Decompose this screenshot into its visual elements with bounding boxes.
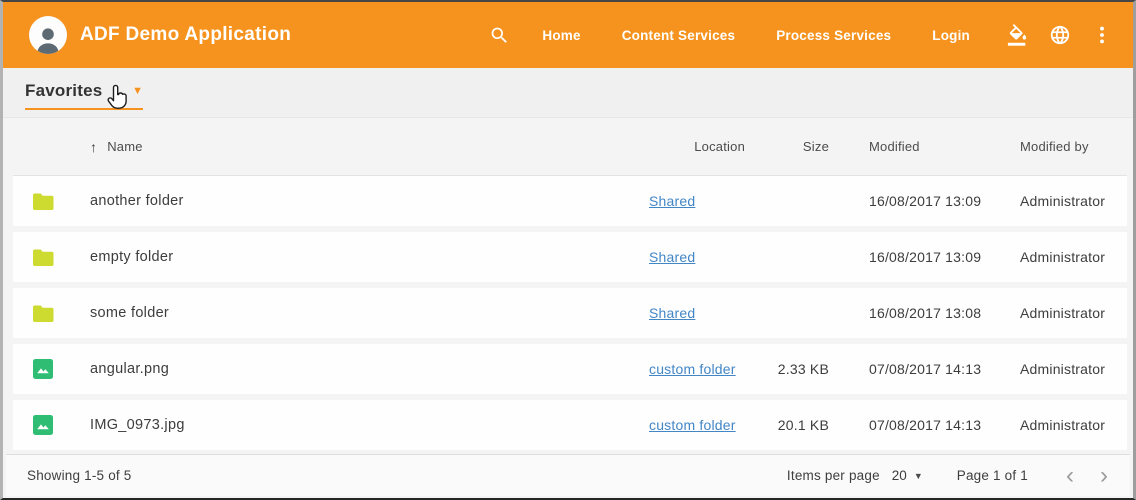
table-row[interactable]: angular.png custom folder 2.33 KB 07/08/… xyxy=(13,344,1127,394)
next-page-button[interactable]: › xyxy=(1100,464,1108,488)
file-name[interactable]: empty folder xyxy=(73,249,649,265)
modified-by-cell: Administrator xyxy=(1007,249,1127,265)
file-name[interactable]: angular.png xyxy=(73,361,649,377)
table-row[interactable]: another folder Shared 16/08/2017 13:09 A… xyxy=(13,176,1127,226)
image-file-icon xyxy=(33,359,53,379)
column-header-name[interactable]: ↑ Name xyxy=(73,139,649,155)
document-list: ↑ Name Location Size Modified Modified b… xyxy=(3,118,1133,450)
column-header-size[interactable]: Size xyxy=(754,139,829,154)
location-cell: Shared xyxy=(649,193,754,209)
search-icon[interactable] xyxy=(489,25,510,46)
image-file-icon xyxy=(33,415,53,435)
favorites-dropdown[interactable]: Favorites ▼ xyxy=(25,81,143,110)
location-cell: custom folder xyxy=(649,417,754,433)
file-name[interactable]: IMG_0973.jpg xyxy=(73,417,649,433)
file-name[interactable]: another folder xyxy=(73,193,649,209)
location-link[interactable]: custom folder xyxy=(649,361,736,377)
location-cell: Shared xyxy=(649,249,754,265)
file-name[interactable]: some folder xyxy=(73,305,649,321)
modified-cell: 07/08/2017 14:13 xyxy=(829,417,1007,433)
language-globe-icon[interactable] xyxy=(1049,24,1071,46)
modified-cell: 16/08/2017 13:09 xyxy=(829,193,1007,209)
location-link[interactable]: custom folder xyxy=(649,417,736,433)
column-header-modified-by[interactable]: Modified by xyxy=(1007,139,1127,154)
location-cell: custom folder xyxy=(649,361,754,377)
table-row[interactable]: some folder Shared 16/08/2017 13:08 Admi… xyxy=(13,288,1127,338)
size-cell: 2.33 KB xyxy=(754,361,829,377)
avatar xyxy=(29,16,67,54)
chevron-down-icon: ▼ xyxy=(914,471,923,481)
main-nav: Home Content Services Process Services L… xyxy=(542,28,970,43)
nav-item-process-services[interactable]: Process Services xyxy=(776,28,891,43)
items-per-page-select[interactable]: 20 ▼ xyxy=(892,468,923,483)
overflow-menu-icon[interactable] xyxy=(1091,24,1113,46)
location-cell: Shared xyxy=(649,305,754,321)
table-row[interactable]: empty folder Shared 16/08/2017 13:09 Adm… xyxy=(13,232,1127,282)
pagination-bar: Showing 1-5 of 5 Items per page 20 ▼ Pag… xyxy=(6,454,1130,496)
sort-ascending-icon: ↑ xyxy=(90,139,97,155)
modified-cell: 16/08/2017 13:08 xyxy=(829,305,1007,321)
app-window: ADF Demo Application Home Content Servic… xyxy=(0,0,1136,500)
location-link[interactable]: Shared xyxy=(649,193,695,209)
showing-range-label: Showing 1-5 of 5 xyxy=(27,468,132,483)
table-body: another folder Shared 16/08/2017 13:09 A… xyxy=(13,176,1127,450)
table-header-row: ↑ Name Location Size Modified Modified b… xyxy=(13,118,1127,176)
app-header: ADF Demo Application Home Content Servic… xyxy=(3,2,1133,68)
person-icon xyxy=(31,23,65,54)
nav-item-content-services[interactable]: Content Services xyxy=(622,28,736,43)
modified-cell: 07/08/2017 14:13 xyxy=(829,361,1007,377)
column-header-location[interactable]: Location xyxy=(649,139,754,154)
nav-item-home[interactable]: Home xyxy=(542,28,580,43)
modified-by-cell: Administrator xyxy=(1007,361,1127,377)
modified-cell: 16/08/2017 13:09 xyxy=(829,249,1007,265)
location-link[interactable]: Shared xyxy=(649,305,695,321)
items-per-page-label: Items per page xyxy=(787,468,880,483)
folder-icon xyxy=(33,305,54,322)
size-cell: 20.1 KB xyxy=(754,417,829,433)
location-link[interactable]: Shared xyxy=(649,249,695,265)
modified-by-cell: Administrator xyxy=(1007,193,1127,209)
column-header-modified[interactable]: Modified xyxy=(829,139,1007,154)
folder-icon xyxy=(33,249,54,266)
page-status-label: Page 1 of 1 xyxy=(957,468,1028,483)
modified-by-cell: Administrator xyxy=(1007,417,1127,433)
folder-icon xyxy=(33,193,54,210)
modified-by-cell: Administrator xyxy=(1007,305,1127,321)
content-header: Favorites ▼ xyxy=(3,68,1133,118)
page-title: Favorites xyxy=(25,81,102,101)
chevron-down-icon: ▼ xyxy=(132,86,143,97)
theme-picker-icon[interactable] xyxy=(1007,24,1029,46)
app-title: ADF Demo Application xyxy=(80,24,291,46)
items-per-page-value: 20 xyxy=(892,468,907,483)
nav-item-login[interactable]: Login xyxy=(932,28,970,43)
previous-page-button[interactable]: ‹ xyxy=(1066,464,1074,488)
table-row[interactable]: IMG_0973.jpg custom folder 20.1 KB 07/08… xyxy=(13,400,1127,450)
